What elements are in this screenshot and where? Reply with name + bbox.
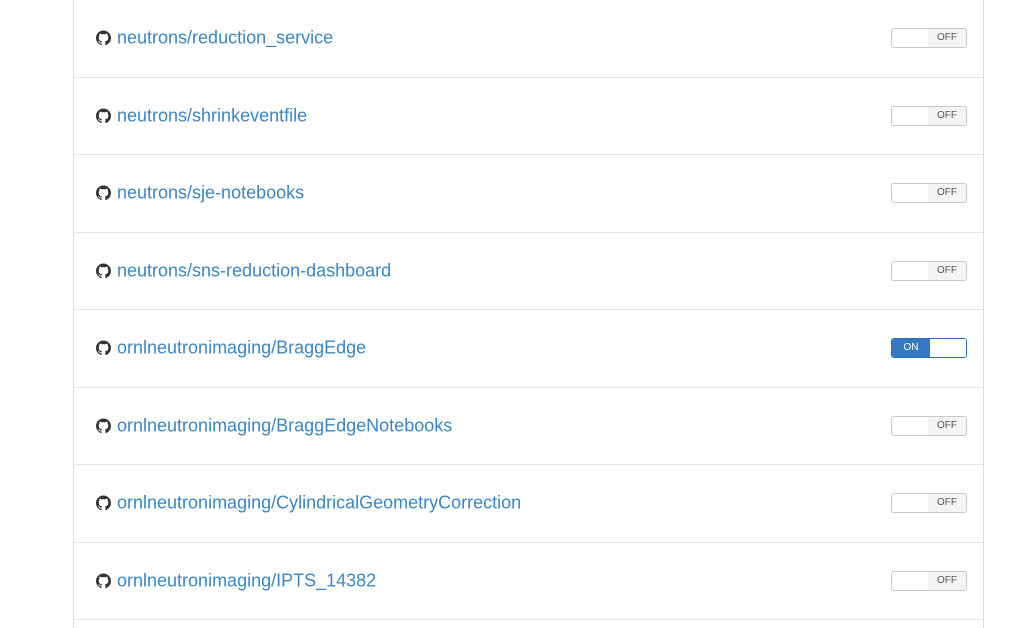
github-icon	[96, 340, 111, 356]
toggle-knob	[892, 29, 930, 48]
repository-toggle[interactable]: OFF	[891, 493, 967, 514]
repository-row-3: neutrons/sns-reduction-dashboard OFF	[74, 233, 983, 310]
repository-toggle[interactable]: OFF	[891, 260, 967, 281]
repository-toggle[interactable]: OFF	[891, 28, 967, 49]
repository-link[interactable]: neutrons/reduction_service	[96, 28, 333, 49]
toggle-knob	[892, 494, 930, 513]
toggle-state-label: OFF	[928, 261, 966, 280]
toggle-state-label: OFF	[928, 106, 966, 125]
repository-row-6: ornlneutronimaging/CylindricalGeometryCo…	[74, 465, 983, 543]
repository-list-panel: neutrons/reduction_service OFF neutrons/…	[73, 0, 984, 628]
repository-name: ornlneutronimaging/CylindricalGeometryCo…	[117, 492, 522, 513]
repository-list: neutrons/reduction_service OFF neutrons/…	[74, 0, 983, 620]
repository-row-4: ornlneutronimaging/BraggEdge ON	[74, 310, 983, 388]
repository-link[interactable]: neutrons/shrinkeventfile	[96, 105, 307, 126]
toggle-knob	[892, 571, 930, 590]
toggle-state-label: OFF	[928, 571, 966, 590]
toggle-knob	[892, 184, 930, 203]
github-icon	[96, 263, 111, 278]
repository-toggle[interactable]: OFF	[891, 105, 967, 126]
toggle-knob	[928, 339, 966, 358]
toggle-state-label: OFF	[928, 184, 966, 203]
repository-link[interactable]: neutrons/sns-reduction-dashboard	[96, 260, 391, 281]
github-icon	[96, 30, 111, 46]
toggle-state-label: OFF	[928, 494, 966, 513]
repository-link[interactable]: ornlneutronimaging/IPTS_14382	[96, 570, 376, 591]
repository-row-0: neutrons/reduction_service OFF	[74, 0, 983, 78]
repository-link[interactable]: neutrons/sje-notebooks	[96, 183, 304, 204]
toggle-knob	[892, 106, 930, 125]
repository-link[interactable]: ornlneutronimaging/BraggEdge	[96, 338, 366, 359]
github-icon	[96, 418, 111, 433]
repository-name: ornlneutronimaging/IPTS_14382	[117, 570, 377, 591]
repository-name: ornlneutronimaging/BraggEdgeNotebooks	[117, 415, 453, 436]
github-icon	[96, 108, 111, 123]
repository-link[interactable]: ornlneutronimaging/CylindricalGeometryCo…	[96, 493, 521, 514]
toggle-state-label: ON	[892, 339, 930, 358]
repository-name: ornlneutronimaging/BraggEdge	[117, 337, 367, 358]
repository-name: neutrons/sje-notebooks	[117, 182, 305, 203]
repository-name: neutrons/sns-reduction-dashboard	[117, 260, 392, 281]
repository-row-2: neutrons/sje-notebooks OFF	[74, 155, 983, 233]
toggle-knob	[892, 261, 930, 280]
github-icon	[96, 185, 111, 201]
repository-toggle[interactable]: OFF	[891, 183, 967, 204]
toggle-knob	[892, 416, 930, 435]
repository-link[interactable]: ornlneutronimaging/BraggEdgeNotebooks	[96, 415, 452, 436]
github-icon	[96, 495, 111, 511]
repository-row-1: neutrons/shrinkeventfile OFF	[74, 78, 983, 155]
repository-name: neutrons/shrinkeventfile	[117, 105, 308, 126]
repository-name: neutrons/reduction_service	[117, 27, 334, 48]
toggle-state-label: OFF	[928, 29, 966, 48]
repository-row-7: ornlneutronimaging/IPTS_14382 OFF	[74, 543, 983, 620]
github-icon	[96, 573, 111, 588]
repository-toggle[interactable]: ON	[891, 338, 967, 359]
toggle-state-label: OFF	[928, 416, 966, 435]
repository-toggle[interactable]: OFF	[891, 415, 967, 436]
repository-toggle[interactable]: OFF	[891, 570, 967, 591]
repository-row-5: ornlneutronimaging/BraggEdgeNotebooks OF…	[74, 388, 983, 465]
